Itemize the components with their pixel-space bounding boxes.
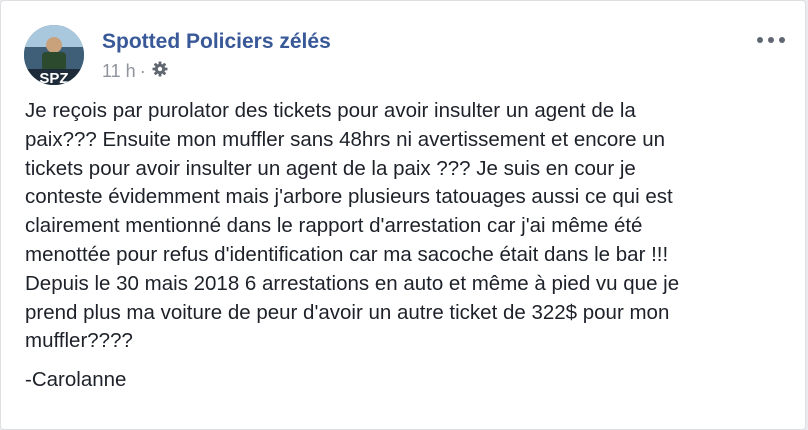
more-dot [757,37,763,43]
post-signature: -Carolanne [25,368,127,392]
post-body-text: Je reçois par purolator des tickets pour… [25,99,680,353]
gear-icon[interactable] [151,60,169,83]
post-content: Je reçois par purolator des tickets pour… [25,97,785,395]
post-timestamp[interactable]: 11 h [102,61,136,82]
post-header: SPZ Spotted Policiers zélés 11 h · [24,25,785,85]
post-card: SPZ Spotted Policiers zélés 11 h · Je re… [0,0,806,430]
more-dot [768,37,774,43]
page-avatar[interactable]: SPZ [24,25,84,85]
avatar-image: SPZ [24,25,84,85]
more-options-icon[interactable] [757,33,785,47]
more-dot [779,37,785,43]
meta-separator: · [139,61,146,81]
post-meta: 11 h · [102,60,169,83]
avatar-logo-text: SPZ [39,70,68,85]
page-name-link[interactable]: Spotted Policiers zélés [102,30,331,54]
